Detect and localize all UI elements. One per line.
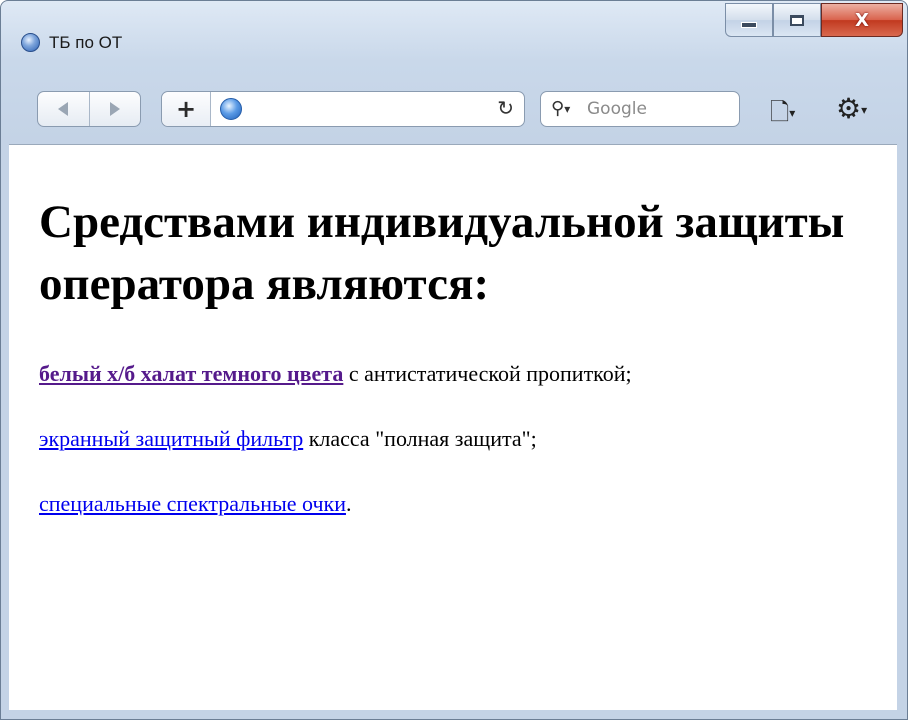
browser-app-icon: [21, 33, 40, 52]
page-content: Средствами индивидуальной защиты операто…: [39, 145, 889, 520]
maximize-icon: [790, 14, 804, 26]
title-bar: ТБ по ОТ X: [1, 1, 907, 79]
item-text: с антистатической пропиткой;: [343, 361, 632, 386]
list-item: экранный защитный фильтр класса "полная …: [39, 423, 889, 455]
minimize-icon: [741, 22, 757, 28]
item-link[interactable]: белый х/б халат темного цвета: [39, 361, 343, 386]
item-text: .: [345, 491, 352, 516]
window-controls: X: [725, 3, 903, 37]
item-link[interactable]: экранный защитный фильтр: [39, 426, 303, 451]
window-title: ТБ по ОТ: [49, 33, 123, 52]
add-bookmark-button[interactable]: +: [162, 92, 211, 126]
search-placeholder: Google: [587, 99, 647, 119]
globe-icon: [220, 98, 242, 120]
search-box[interactable]: ⚲▾ Google: [540, 91, 740, 127]
back-button[interactable]: [38, 92, 89, 126]
minimize-button[interactable]: [725, 3, 773, 37]
page-viewport: Средствами индивидуальной защиты операто…: [9, 144, 897, 710]
item-link[interactable]: специальные спектральные очки: [39, 491, 346, 516]
forward-arrow-icon: [109, 102, 120, 116]
list-item: белый х/б халат темного цвета с антистат…: [39, 358, 799, 390]
page-menu-icon[interactable]: 🗋▾: [770, 95, 795, 136]
navigation-buttons: [37, 91, 141, 127]
search-icon[interactable]: ⚲▾: [551, 98, 570, 119]
close-icon: X: [855, 9, 869, 31]
item-text: класса "полная защита";: [303, 426, 537, 451]
forward-button[interactable]: [88, 92, 141, 126]
reload-icon[interactable]: ↻: [497, 96, 514, 120]
back-arrow-icon: [58, 102, 69, 116]
maximize-button[interactable]: [773, 3, 821, 37]
gear-icon[interactable]: ⚙▾: [836, 92, 867, 125]
list-item: специальные спектральные очки.: [39, 488, 889, 520]
address-bar[interactable]: + ↻: [161, 91, 525, 127]
close-button[interactable]: X: [821, 3, 903, 37]
page-heading: Средствами индивидуальной защиты операто…: [39, 196, 845, 310]
